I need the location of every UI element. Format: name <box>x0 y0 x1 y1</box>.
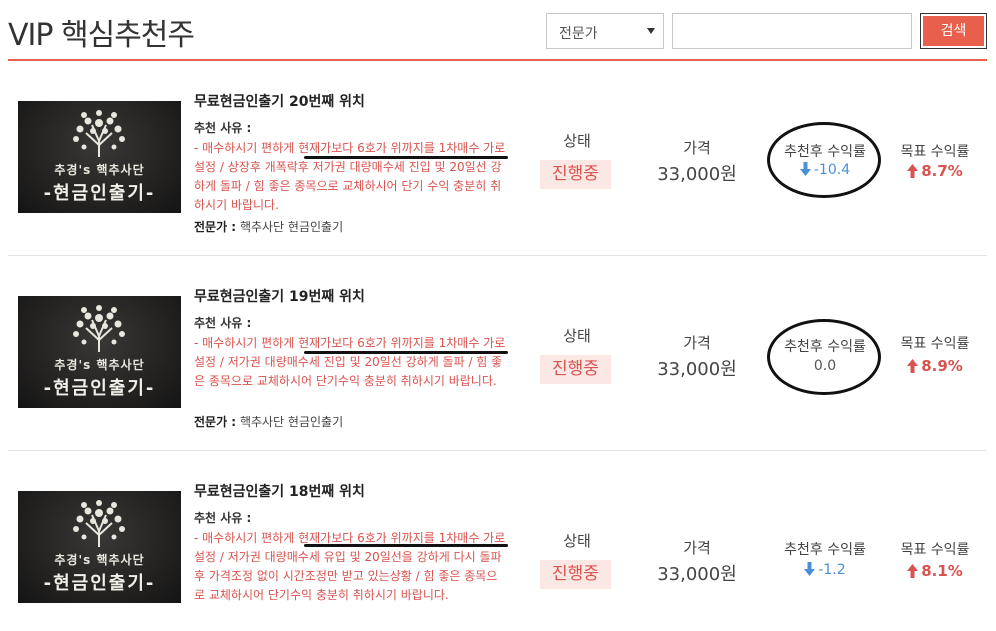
chevron-down-icon <box>647 28 655 34</box>
price-value: 33,000원 <box>657 359 737 380</box>
thumbnail-line1: 추경's 핵추사단 <box>54 358 145 372</box>
status-badge: 진행중 <box>540 160 611 189</box>
item-title[interactable]: 무료현금인출기 19번째 위치 <box>194 286 365 306</box>
search-input[interactable] <box>672 13 912 49</box>
return-after-value: 0.0 <box>770 358 880 374</box>
thumbnail-line1: 추경's 핵추사단 <box>54 163 145 177</box>
search-button[interactable]: 검색 <box>920 13 987 49</box>
underline-annotation <box>304 351 508 354</box>
expert-label: 전문가 : <box>194 220 237 234</box>
expert-line: 전문가 : 핵추사단 현금인출기 <box>194 413 343 430</box>
reason-text: - 매수하시기 편하게 현재가보다 6호가 위까지를 1차매수 가로 설정 / … <box>194 531 506 602</box>
arrow-up-icon <box>907 164 919 178</box>
arrow-down-icon <box>799 162 811 176</box>
return-after-number: -1.2 <box>818 562 846 578</box>
thumbnail-line1: 추경's 핵추사단 <box>54 553 145 567</box>
price-label: 가격 <box>683 139 711 157</box>
item-title[interactable]: 무료현금인출기 20번째 위치 <box>194 91 365 111</box>
expert-label: 전문가 : <box>194 415 237 429</box>
status-badge: 진행중 <box>540 560 611 589</box>
expert-name: 핵추사단 현금인출기 <box>239 220 344 234</box>
reason-text: - 매수하시기 편하게 현재가보다 6호가 위까지를 1차매수 가로 설정 / … <box>194 141 506 212</box>
return-after-value: -10.4 <box>770 162 880 178</box>
return-after-label: 추천후 수익률 <box>784 542 866 558</box>
target-return-value: 8.9% <box>892 357 978 375</box>
expert-filter-value: 전문가 <box>559 26 598 42</box>
item-title[interactable]: 무료현금인출기 18번째 위치 <box>194 481 365 501</box>
thumbnail-line2: -현금인출기- <box>43 378 156 399</box>
return-after-number: 0.0 <box>813 358 837 374</box>
reason-label: 추천 사유 : <box>194 121 252 135</box>
status-label: 상태 <box>563 327 591 345</box>
recommendation-item: 추경's 핵추사단 -현금인출기- 무료현금인출기 19번째 위치 추천 사유 … <box>0 255 996 450</box>
price-value: 33,000원 <box>657 564 737 585</box>
target-return-number: 8.9% <box>921 357 963 375</box>
arrow-up-icon <box>907 564 919 578</box>
return-after-value: -1.2 <box>770 562 880 578</box>
target-return-number: 8.1% <box>921 562 963 580</box>
return-after-label: 추천후 수익률 <box>784 339 866 355</box>
return-after-label: 추천후 수익률 <box>784 144 866 160</box>
target-return-number: 8.7% <box>921 162 963 180</box>
reason-label: 추천 사유 : <box>194 316 252 330</box>
arrow-up-icon <box>907 359 919 373</box>
search-button-label: 검색 <box>923 16 984 46</box>
underline-annotation <box>304 156 508 159</box>
page-title: VIP 핵심추천주 <box>8 18 195 53</box>
target-return-label: 목표 수익률 <box>900 542 970 558</box>
thumbnail-line2: -현금인출기- <box>43 573 156 594</box>
expert-line: 전문가 : 핵추사단 현금인출기 <box>194 218 343 235</box>
thumbnail-line2: -현금인출기- <box>43 183 156 204</box>
target-return-label: 목표 수익률 <box>900 336 970 352</box>
circle-annotation <box>767 319 881 395</box>
return-after-number: -10.4 <box>813 162 851 178</box>
price-label: 가격 <box>683 334 711 352</box>
status-label: 상태 <box>563 132 591 150</box>
reason-label: 추천 사유 : <box>194 511 252 525</box>
target-return-value: 8.1% <box>892 562 978 580</box>
recommendation-item: 추경's 핵추사단 -현금인출기- 무료현금인출기 18번째 위치 추천 사유 … <box>0 450 996 631</box>
arrow-down-icon <box>804 562 816 576</box>
underline-annotation <box>304 544 508 547</box>
page-header: VIP 핵심추천주 전문가 검색 <box>0 0 996 61</box>
recommendation-item: 추경's 핵추사단 -현금인출기- 무료현금인출기 20번째 위치 추천 사유 … <box>0 60 996 255</box>
expert-name: 핵추사단 현금인출기 <box>239 415 344 429</box>
expert-filter-select[interactable]: 전문가 <box>546 13 664 49</box>
expert-logo-thumbnail[interactable]: 추경's 핵추사단 -현금인출기- <box>18 296 181 408</box>
target-return-label: 목표 수익률 <box>900 144 970 160</box>
expert-logo-thumbnail[interactable]: 추경's 핵추사단 -현금인출기- <box>18 101 181 213</box>
price-label: 가격 <box>683 539 711 557</box>
status-badge: 진행중 <box>540 355 611 384</box>
reason-text: - 매수하시기 편하게 현재가보다 6호가 위까지를 1차매수 가로 설정 / … <box>194 336 506 388</box>
price-value: 33,000원 <box>657 164 737 185</box>
target-return-value: 8.7% <box>892 162 978 180</box>
status-label: 상태 <box>563 532 591 550</box>
expert-logo-thumbnail[interactable]: 추경's 핵추사단 -현금인출기- <box>18 491 181 603</box>
